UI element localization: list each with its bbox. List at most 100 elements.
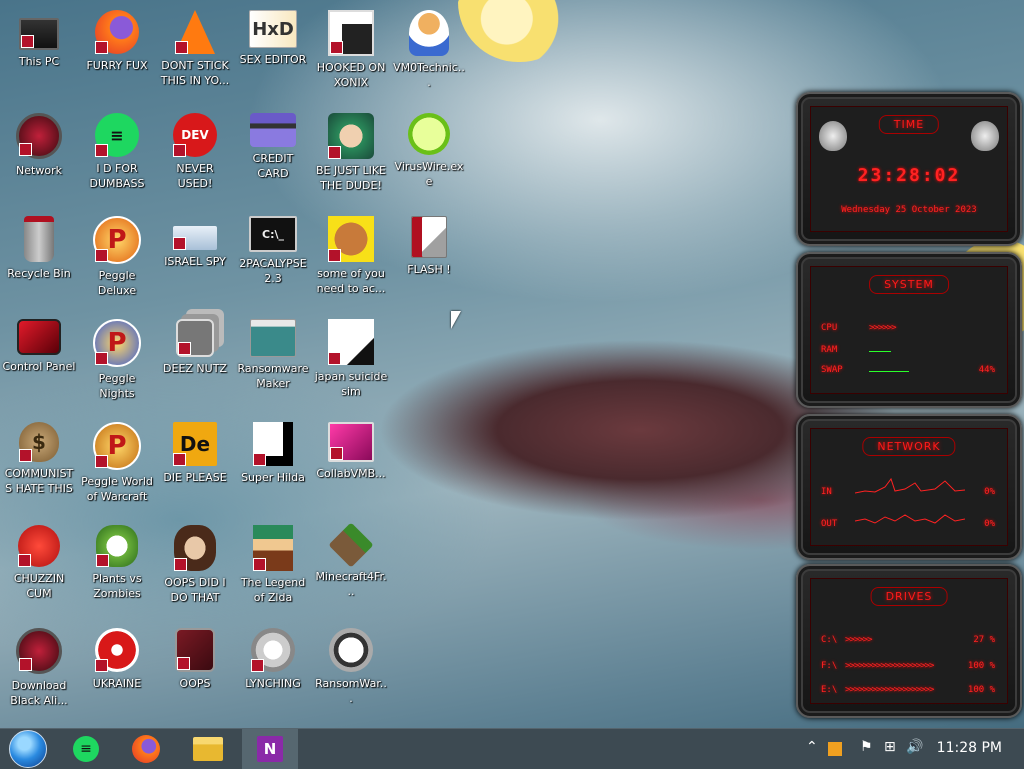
desktop-icon-peggle-deluxe[interactable]: P Peggle Deluxe xyxy=(78,210,156,310)
file-explorer-icon xyxy=(193,737,223,761)
desktop-icon-legend-of-zlda[interactable]: The Legend of Zlda xyxy=(234,519,312,619)
icon-label: FURRY FUX xyxy=(86,59,148,72)
desktop-icon-dont-stick[interactable]: DONT STICK THIS IN YO... xyxy=(156,4,234,104)
radiation-icon xyxy=(95,628,139,672)
taskbar-app-file-explorer[interactable] xyxy=(180,729,236,769)
network-tray-icon[interactable]: ⊞ xyxy=(884,739,896,755)
game-icon xyxy=(328,319,374,365)
network-title: NETWORK xyxy=(862,437,956,456)
desktop-icon-viruswire[interactable]: VirusWire.exe xyxy=(390,107,468,207)
terminal-icon: C:\_ xyxy=(249,216,297,252)
desktop-icon-peggle-nights[interactable]: P Peggle Nights Deluxe xyxy=(78,313,156,413)
icon-label: DIE PLEASE xyxy=(163,471,227,484)
desktop-icon-deez-nutz[interactable]: DEEZ NUTZ xyxy=(156,313,234,413)
onenote-icon: N xyxy=(257,736,283,762)
icon-label: OOPS xyxy=(179,677,211,690)
taskbar-app-firefox[interactable] xyxy=(118,729,174,769)
icon-label: Download Black Ali... xyxy=(10,679,68,707)
drive-e-bar: >>>>>>>>>>>>>>>>>>>> xyxy=(845,685,934,695)
taskbar-app-onenote[interactable]: N xyxy=(242,729,298,769)
red-box-icon xyxy=(175,628,215,672)
desktop-icon-flash[interactable]: FLASH ! xyxy=(390,210,468,310)
flag-action-center-icon[interactable]: ⚑ xyxy=(860,739,873,755)
desktop-icon-ukraine[interactable]: UKRAINE xyxy=(78,622,156,722)
desktop-icon-lynching[interactable]: LYNCHING xyxy=(234,622,312,722)
peggle-nights-icon: P xyxy=(93,319,141,367)
show-hidden-icons-button[interactable]: ⌃ xyxy=(806,739,818,755)
desktop-icon-recycle-bin[interactable]: Recycle Bin xyxy=(0,210,78,310)
desktop-icon-control-panel[interactable]: Control Panel xyxy=(0,313,78,413)
icon-label: RansomWar... xyxy=(315,677,387,705)
icon-label: Network xyxy=(16,164,62,177)
taskbar-app-chat[interactable]: ≡ xyxy=(58,729,114,769)
desktop-icon-super-hilda[interactable]: Super Hilda xyxy=(234,416,312,516)
start-orb-icon xyxy=(9,730,47,768)
alien-head-icon xyxy=(971,121,999,151)
pixel-dog-icon xyxy=(253,422,293,466)
lime-icon xyxy=(408,113,450,155)
desktop-icon-sex-editor[interactable]: HxD SEX EDITOR xyxy=(234,4,312,104)
ram-bar xyxy=(869,351,891,352)
peggle-icon: P xyxy=(93,216,141,264)
green-chat-icon: ≡ xyxy=(73,736,99,762)
traffic-cone-icon xyxy=(175,10,215,54)
desktop-icon-id-for-dumbass[interactable]: ≡ I D FOR DUMBASS xyxy=(78,107,156,207)
desktop-icon-this-pc[interactable]: This PC xyxy=(0,4,78,104)
desktop-icon-minecraft[interactable]: Minecraft4Fr... xyxy=(312,519,390,619)
firefox-icon xyxy=(132,735,160,763)
alien-network-icon xyxy=(16,113,62,159)
desktop-icon-die-please[interactable]: De DIE PLEASE xyxy=(156,416,234,516)
volume-icon[interactable]: 🔊 xyxy=(906,739,923,755)
desktop-icon-collabvm[interactable]: CollabVMB... xyxy=(312,416,390,516)
icon-label: Peggle World of Warcraft ... xyxy=(81,475,153,503)
network-out-graph xyxy=(855,514,965,524)
icon-label: some of you need to ac... xyxy=(316,267,386,295)
tray-app-icon[interactable] xyxy=(828,742,842,756)
system-gadget[interactable]: SYSTEM CPU >>>>>> RAM SWAP 44% xyxy=(796,252,1022,408)
system-title: SYSTEM xyxy=(869,275,949,294)
cartoon-dog-icon xyxy=(328,216,374,262)
desktop-icon-communists[interactable]: $ COMMUNISTS HATE THIS G... xyxy=(0,416,78,516)
desktop-icon-israel-spy[interactable]: ISRAEL SPY xyxy=(156,210,234,310)
desktop-icon-vm0technic[interactable]: VM0Technic... xyxy=(390,4,468,104)
desktop-icon-ransomware-maker[interactable]: Ransomware Maker Build... xyxy=(234,313,312,413)
icon-label: This PC xyxy=(18,55,60,68)
desktop-icon-some-of-you[interactable]: some of you need to ac... xyxy=(312,210,390,310)
network-computer-icon xyxy=(173,226,217,250)
time-gadget[interactable]: TIME 23:28:02 Wednesday 25 October 2023 xyxy=(796,92,1022,246)
desktop-icon-never-used[interactable]: DEV NEVER USED! xyxy=(156,107,234,207)
desktop-icon-credit-card[interactable]: CREDIT CARD CHECKER xyxy=(234,107,312,207)
desktop-icon-oops-did-i[interactable]: OOPS DID I DO THAT xyxy=(156,519,234,619)
mouse-cursor xyxy=(451,311,461,329)
grass-block-icon xyxy=(328,522,374,568)
desktop-icon-peggle-wow[interactable]: P Peggle World of Warcraft ... xyxy=(78,416,156,516)
system-gadget-body: SYSTEM CPU >>>>>> RAM SWAP 44% xyxy=(810,266,1008,394)
desktop-icon-ransomwar[interactable]: RansomWar... xyxy=(312,622,390,722)
icon-label: FLASH ! xyxy=(407,263,451,276)
desktop-icon-japan-suicide-sim[interactable]: japan suicide sim xyxy=(312,313,390,413)
desktop-icon-oops[interactable]: OOPS xyxy=(156,622,234,722)
drives-title: DRIVES xyxy=(870,587,948,606)
drives-gadget[interactable]: DRIVES C:\ >>>>>> 27 % F:\ >>>>>>>>>>>>>… xyxy=(796,564,1022,718)
desktop-icon-plants-vs-zombies[interactable]: Plants vs Zombies xyxy=(78,519,156,619)
desktop-icon-be-just-like-the-dude[interactable]: BE JUST LIKE THE DUDE! xyxy=(312,107,390,207)
collabvm-icon xyxy=(328,422,374,462)
desktop-icon-network[interactable]: Network xyxy=(0,107,78,207)
icon-label: japan suicide sim xyxy=(314,370,388,398)
icon-label: DEEZ NUTZ xyxy=(163,362,227,375)
die-icon: De xyxy=(173,422,217,466)
pixel-hero-icon xyxy=(253,525,293,571)
taskbar-clock[interactable]: 11:28 PM xyxy=(937,740,1002,756)
start-button[interactable] xyxy=(0,729,56,769)
cartoon-character-decoration xyxy=(458,0,580,62)
desktop-icon-2pacalypse[interactable]: C:\_ 2PACALYPSE 2.3 xyxy=(234,210,312,310)
ram-label: RAM xyxy=(821,345,838,355)
desktop-icon-download-black-alien[interactable]: Download Black Ali... xyxy=(0,622,78,722)
icon-label: DONT STICK THIS IN YO... xyxy=(160,59,230,87)
icon-label: Plants vs Zombies xyxy=(92,572,142,600)
desktop-icon-hooked-on-xonix[interactable]: HOOKED ON XONIX xyxy=(312,4,390,104)
desktop-icon-chuzzin[interactable]: CHUZZIN CUM xyxy=(0,519,78,619)
drive-c-value: 27 % xyxy=(973,635,995,645)
desktop-icon-furry-fux[interactable]: FURRY FUX xyxy=(78,4,156,104)
network-gadget[interactable]: NETWORK IN 0% OUT 0% xyxy=(796,414,1022,560)
